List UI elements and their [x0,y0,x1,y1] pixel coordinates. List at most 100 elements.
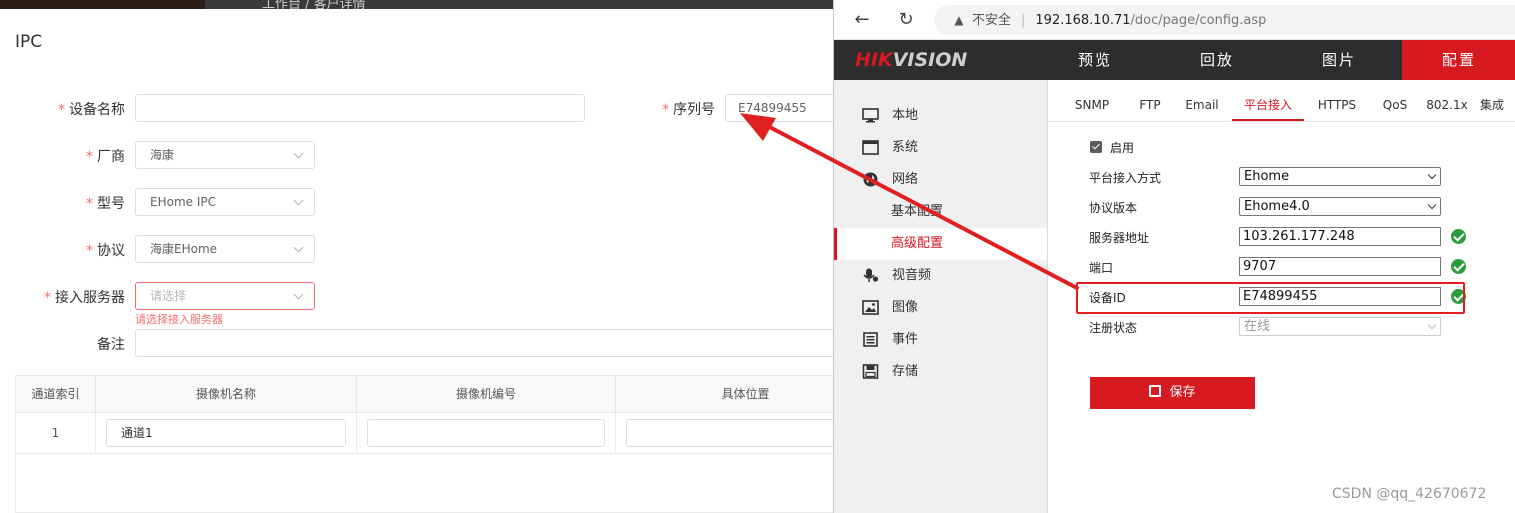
reload-icon[interactable]: ↻ [894,8,918,32]
browser-window: ← ↻ ▲ 不安全 | 192.168.10.71/doc/page/config.a… [833,0,1515,513]
protocol-version-label: 协议版本 [1089,201,1138,215]
protocol-version-select[interactable]: Ehome4.0 [1239,197,1441,216]
column-header: 摄像机名称 [96,376,357,413]
tab-preview[interactable]: 预览 [1034,40,1156,80]
camera-number-cell [357,413,616,454]
location-input[interactable] [626,419,866,447]
warning-icon: ▲ [954,13,964,27]
tab-qos[interactable]: QoS [1376,92,1414,121]
sidebar-item-label: 事件 [892,332,919,347]
sidebar-item-label: 系统 [892,140,919,155]
hikvision-logo: HIKVISION [855,49,968,71]
tab-playback[interactable]: 回放 [1156,40,1278,80]
tab-email[interactable]: Email [1182,92,1222,121]
sidebar-item-label: 本地 [892,108,919,123]
device-name-input[interactable] [135,94,585,122]
sidebar-item-storage[interactable]: 存储 [834,356,1047,388]
column-header: 通道索引 [16,376,96,413]
sidebar-item-label: 存储 [892,364,919,379]
access-mode-value: Ehome [1244,169,1290,184]
chevron-down-icon [293,242,304,253]
url-path: /doc/page/config.asp [1130,13,1267,28]
tab-ftp[interactable]: FTP [1130,92,1170,121]
device-id-highlight [1076,282,1465,314]
globe-icon [863,172,878,187]
chevron-down-icon [293,195,304,206]
url-host: 192.168.10.71 [1035,13,1131,28]
tab-https[interactable]: HTTPS [1312,92,1362,121]
chevron-down-icon [293,289,304,300]
microphone-icon [863,268,879,282]
channel-table: 通道索引 摄像机名称 摄像机编号 具体位置 1 通道1 [15,375,876,513]
check-circle-icon [1451,229,1466,244]
image-icon [862,300,879,315]
config-sidebar: 本地 系统 网络 基本配置 高级配置 视音频 图像 事件 存储 [834,80,1048,513]
ipc-app: 工作台 / 客户详情 IPC * 设备名称 * 序列号 E74899455 * 厂商 … [0,0,876,513]
tab-platform-access[interactable]: 平台接入 [1232,92,1304,121]
chevron-down-icon [1427,320,1437,330]
model-value: EHome IPC [150,195,216,209]
hik-header: HIKVISION 预览 回放 图片 配置 [834,40,1515,80]
sidebar-item-label: 图像 [892,300,919,315]
sidebar-item-video-audio[interactable]: 视音频 [834,260,1047,292]
save-icon [1149,385,1162,397]
chevron-down-icon [293,148,304,159]
serial-label: * 序列号 [662,102,715,118]
vendor-label: * 厂商 [86,149,125,165]
app-logo [0,0,205,9]
serial-input[interactable]: E74899455 [725,94,840,122]
sidebar-sub-basic-config[interactable]: 基本配置 [834,196,1047,228]
server-error-message: 请选择接入服务器 [135,313,223,326]
enable-checkbox[interactable] [1090,141,1102,153]
sidebar-item-local[interactable]: 本地 [834,100,1047,132]
sidebar-item-system[interactable]: 系统 [834,132,1047,164]
column-header: 摄像机编号 [357,376,616,413]
protocol-value: 海康EHome [150,242,218,256]
monitor-icon [862,108,879,123]
port-input[interactable]: 9707 [1239,257,1441,276]
model-select[interactable]: EHome IPC [135,188,315,216]
protocol-label: * 协议 [86,243,125,259]
sidebar-sub-advanced-config[interactable]: 高级配置 [834,228,1047,260]
server-select[interactable]: 请选择 [135,282,315,310]
access-mode-label: 平台接入方式 [1089,171,1162,185]
remark-label: 备注 [97,337,125,353]
separator: | [1021,13,1026,28]
config-content: SNMP FTP Email 平台接入 HTTPS QoS 802.1x 集成 … [1048,80,1515,513]
chevron-down-icon [1427,170,1437,180]
registration-status-select: 在线 [1239,317,1441,336]
remark-input[interactable] [135,329,845,357]
server-label: * 接入服务器 [44,290,125,306]
vendor-select[interactable]: 海康 [135,141,315,169]
save-button[interactable]: 保存 [1090,377,1255,409]
table-header: 通道索引 摄像机名称 摄像机编号 具体位置 [16,376,876,413]
enable-label: 启用 [1110,141,1135,155]
page-title: IPC [15,32,43,52]
camera-number-input[interactable] [367,419,605,447]
address-bar[interactable]: ▲ 不安全 | 192.168.10.71/doc/page/config.asp [934,5,1515,35]
chevron-down-icon [1427,200,1437,210]
access-mode-select[interactable]: Ehome [1239,167,1441,186]
tab-snmp[interactable]: SNMP [1070,92,1114,121]
app-topbar: 工作台 / 客户详情 [0,0,833,9]
tab-8021x[interactable]: 802.1x [1424,92,1470,121]
protocol-version-value: Ehome4.0 [1244,199,1310,214]
watermark: CSDN @qq_42670672 [1332,486,1487,502]
tab-configuration[interactable]: 配置 [1402,40,1515,80]
tab-picture[interactable]: 图片 [1278,40,1400,80]
protocol-select[interactable]: 海康EHome [135,235,315,263]
server-address-input[interactable]: 103.261.177.248 [1239,227,1441,246]
back-arrow-icon[interactable]: ← [850,8,874,32]
camera-name-cell: 通道1 [96,413,357,454]
registration-status-value: 在线 [1244,319,1271,334]
network-sub-tabs: SNMP FTP Email 平台接入 HTTPS QoS 802.1x 集成 [1048,92,1515,122]
save-label: 保存 [1169,385,1196,400]
tab-integration[interactable]: 集成 [1480,92,1515,121]
server-address-label: 服务器地址 [1089,231,1150,245]
sidebar-item-network[interactable]: 网络 [834,164,1047,196]
sidebar-item-image[interactable]: 图像 [834,292,1047,324]
channel-index: 1 [16,413,96,454]
sidebar-item-label: 网络 [892,172,919,187]
sidebar-item-event[interactable]: 事件 [834,324,1047,356]
camera-name-input[interactable]: 通道1 [106,419,346,447]
